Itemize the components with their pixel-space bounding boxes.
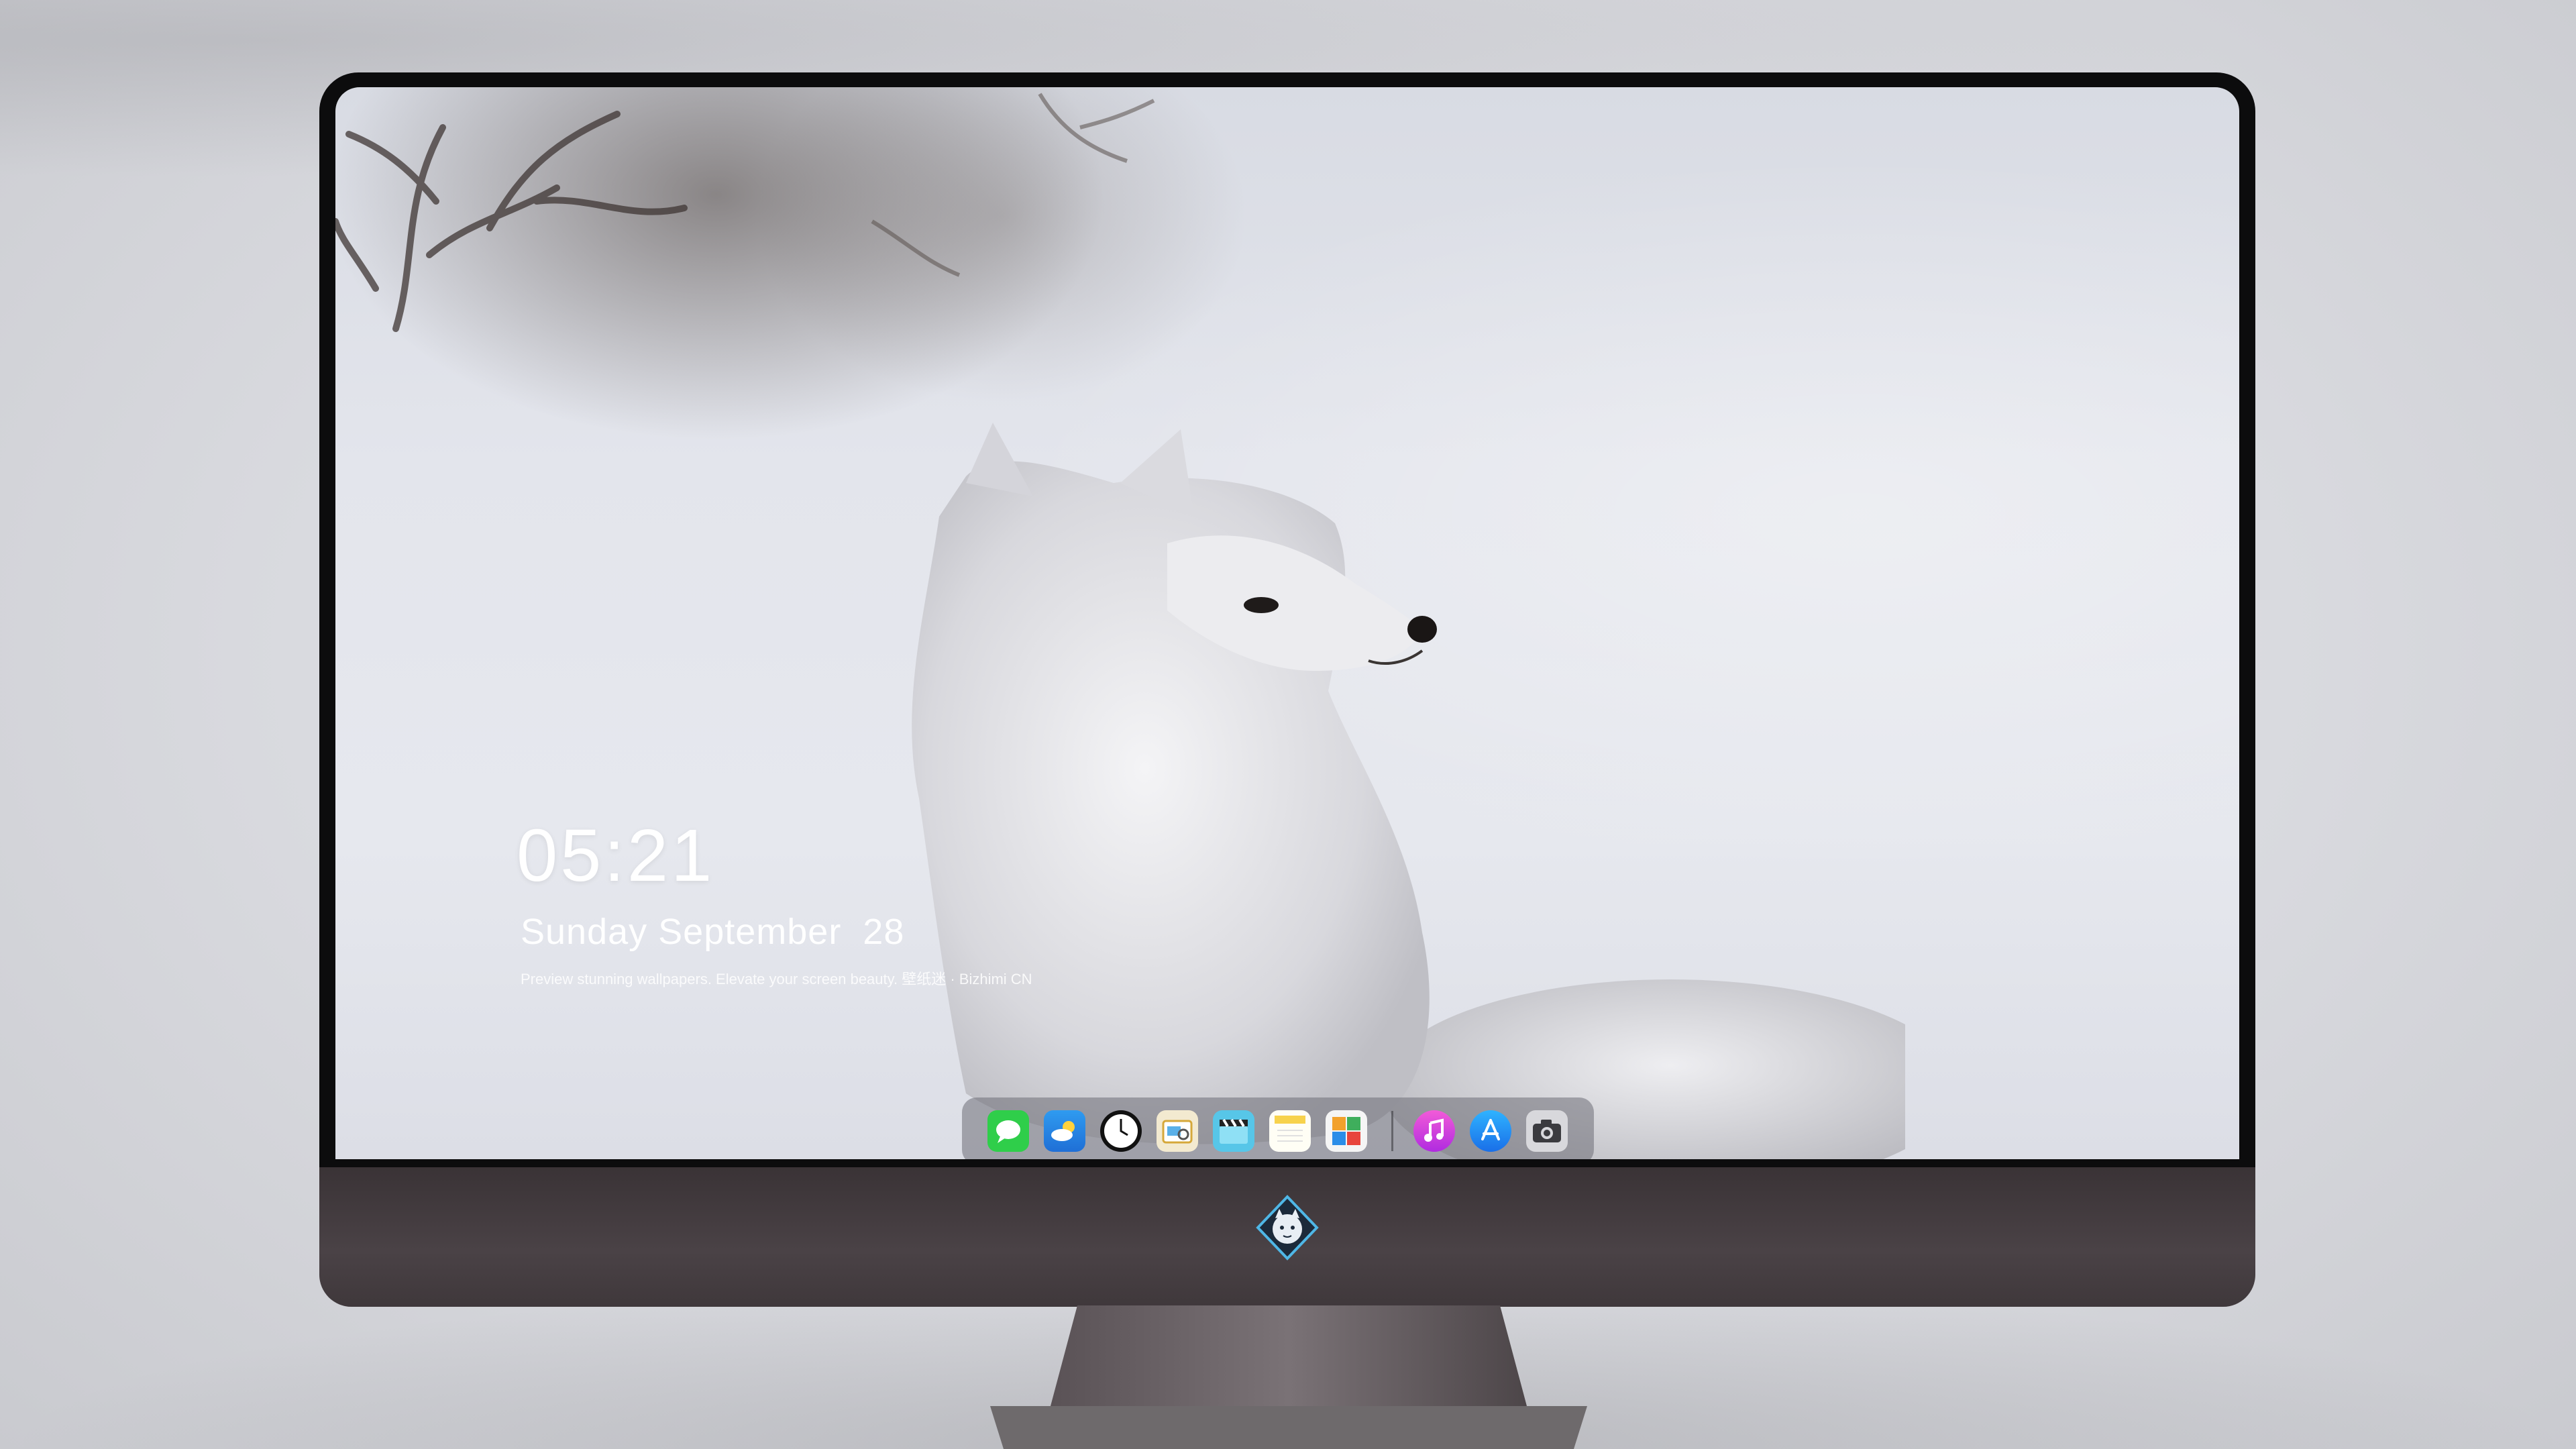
monitor-chin	[319, 1167, 2255, 1307]
camera-icon[interactable]	[1526, 1110, 1568, 1152]
monitor-stand	[990, 1305, 1587, 1449]
lock-screen: 05:21 Sunday September 28 Preview stunni…	[335, 87, 2239, 1159]
wallpaper-fox	[912, 423, 1905, 1159]
photo-grid-icon[interactable]	[1326, 1110, 1367, 1152]
clock-icon[interactable]	[1100, 1110, 1142, 1152]
clapperboard-icon[interactable]	[1213, 1110, 1254, 1152]
lock-screen-clock: 05:21	[517, 814, 715, 897]
music-icon[interactable]	[1413, 1110, 1455, 1152]
dock	[962, 1097, 1594, 1159]
monitor: 05:21 Sunday September 28 Preview stunni…	[319, 72, 2255, 1307]
lock-screen-date: Sunday September 28	[521, 912, 905, 952]
preview-icon[interactable]	[1157, 1110, 1198, 1152]
fox-mascot-logo	[1256, 1195, 1319, 1260]
dock-separator	[1391, 1111, 1393, 1151]
messages-icon[interactable]	[987, 1110, 1029, 1152]
app-store-icon[interactable]	[1470, 1110, 1511, 1152]
wallpaper-branches	[335, 93, 1155, 332]
notes-icon[interactable]	[1269, 1110, 1311, 1152]
wallpaper-caption: Preview stunning wallpapers. Elevate you…	[521, 971, 1032, 987]
weather-icon[interactable]	[1044, 1110, 1085, 1152]
